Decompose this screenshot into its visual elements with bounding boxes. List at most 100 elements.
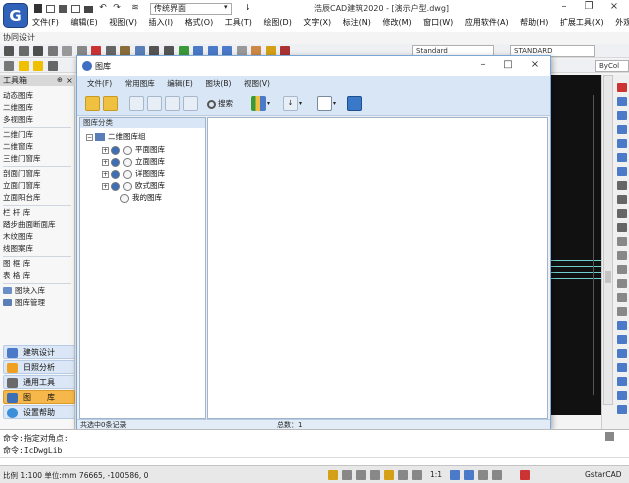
unit-indicator[interactable]: 单位:mm: [44, 471, 76, 480]
offset-icon[interactable]: [617, 125, 627, 134]
open-icon[interactable]: [18, 46, 29, 56]
new-block-icon[interactable]: [129, 96, 144, 111]
tool-step-section-library[interactable]: 踏步曲面断面库: [3, 219, 73, 230]
hatch-icon[interactable]: [617, 405, 627, 414]
customize-quick-access-icon[interactable]: ⇂: [244, 3, 251, 12]
collapse-icon[interactable]: −: [86, 133, 93, 141]
search-button[interactable]: 搜索: [207, 98, 233, 110]
tool-block-import[interactable]: 图块入库: [3, 285, 73, 296]
drawing-canvas[interactable]: [551, 75, 601, 415]
command-scroll-up-icon[interactable]: [605, 432, 614, 441]
align-icon[interactable]: [617, 335, 627, 344]
tree-node-my-library[interactable]: 我的图库: [120, 192, 162, 203]
category-building-design[interactable]: 建筑设计: [3, 345, 75, 359]
chart-view-dropdown-icon[interactable]: ▾: [267, 100, 270, 107]
chamfer-icon[interactable]: [617, 265, 627, 274]
expand-icon[interactable]: +: [102, 158, 109, 166]
tool-3d-doors-windows[interactable]: 三维门窗库: [3, 153, 73, 164]
osnap-icon[interactable]: [384, 470, 394, 480]
close-button[interactable]: ×: [608, 1, 620, 13]
category-settings-help[interactable]: 设置帮助: [3, 405, 75, 419]
dialog-menu-edit[interactable]: 编辑(E): [167, 76, 193, 92]
copy-object-icon[interactable]: [617, 97, 627, 106]
tree-root-node[interactable]: − 二维图库组: [86, 131, 146, 142]
save-icon-2[interactable]: [33, 46, 44, 56]
extend-icon[interactable]: [617, 223, 627, 232]
menu-appearance[interactable]: 外观: [615, 17, 629, 29]
dialog-minimize-button[interactable]: –: [477, 59, 489, 71]
tool-section-doors-windows[interactable]: 剖面门窗库: [3, 168, 73, 179]
menu-apps[interactable]: 应用软件(A): [465, 17, 509, 29]
stretch-icon[interactable]: [617, 195, 627, 204]
grid-view-icon[interactable]: [317, 96, 332, 111]
tool-2d-library[interactable]: 二维图库: [3, 102, 73, 113]
print-icon[interactable]: [84, 6, 93, 13]
dialog-menu-file[interactable]: 文件(F): [87, 76, 112, 92]
menu-draw[interactable]: 绘图(D): [263, 17, 291, 29]
otrack-icon[interactable]: [398, 470, 408, 480]
tool-2d-doors[interactable]: 二维门库: [3, 129, 73, 140]
category-library[interactable]: 图 库: [3, 390, 75, 404]
open-folder-icon[interactable]: [85, 96, 100, 111]
chart-view-icon[interactable]: [251, 96, 266, 111]
expand-icon[interactable]: +: [102, 170, 109, 178]
dialog-close-button[interactable]: ×: [529, 59, 541, 71]
expand-icon[interactable]: +: [102, 146, 109, 154]
fillet-icon[interactable]: [617, 279, 627, 288]
tool-dynamic-library[interactable]: 动态图库: [3, 90, 73, 101]
workspace-select[interactable]: 传统界面: [150, 3, 232, 15]
menu-file[interactable]: 文件(F): [32, 17, 59, 29]
minimize-button[interactable]: –: [558, 1, 570, 13]
grid-icon[interactable]: [342, 470, 352, 480]
menu-extensions[interactable]: 扩展工具(X): [560, 17, 604, 29]
delete-block-icon[interactable]: [183, 96, 198, 111]
vertical-scrollbar[interactable]: [603, 75, 613, 405]
mirror-icon[interactable]: [617, 111, 627, 120]
new-file-icon[interactable]: [34, 4, 42, 13]
color-combo[interactable]: ByCol: [595, 60, 629, 72]
copy-block-icon[interactable]: [147, 96, 162, 111]
collab-design-label[interactable]: 协同设计: [3, 32, 35, 43]
tool-multiview-library[interactable]: 多视图库: [3, 114, 73, 125]
lineweight-icon[interactable]: [412, 470, 422, 480]
sort-dropdown-icon[interactable]: ▾: [299, 100, 302, 107]
category-general-tools[interactable]: 通用工具: [3, 375, 75, 389]
menu-dimension[interactable]: 标注(N): [343, 17, 371, 29]
scale-icon[interactable]: [617, 181, 627, 190]
expand-icon[interactable]: +: [102, 182, 109, 190]
tree-node-elevation[interactable]: + 立面图库: [102, 156, 165, 167]
measure-icon[interactable]: [617, 363, 627, 372]
edit-block-icon[interactable]: [165, 96, 180, 111]
tool-table-library[interactable]: 表 格 库: [3, 270, 73, 281]
join-icon[interactable]: [617, 251, 627, 260]
snap-icon[interactable]: [328, 470, 338, 480]
dialog-menu-view[interactable]: 视图(V): [244, 76, 270, 92]
erase-icon[interactable]: [617, 83, 627, 92]
layer-lock-icon[interactable]: [47, 61, 58, 71]
category-sunlight-analysis[interactable]: 日照分析: [3, 360, 75, 374]
scrollbar-thumb[interactable]: [605, 271, 611, 283]
menu-text[interactable]: 文字(X): [303, 17, 331, 29]
tool-wood-grain-library[interactable]: 木纹图库: [3, 231, 73, 242]
grid-view-dropdown-icon[interactable]: ▾: [333, 100, 336, 107]
layer-freeze-icon[interactable]: [33, 61, 44, 71]
menu-help[interactable]: 帮助(H): [520, 17, 548, 29]
region-icon[interactable]: [617, 377, 627, 386]
tool-library-manager[interactable]: 图库管理: [3, 297, 73, 308]
open-file-icon[interactable]: [46, 5, 55, 13]
polar-icon[interactable]: [370, 470, 380, 480]
tree-node-plan[interactable]: + 平面图库: [102, 144, 165, 155]
tool-elevation-balcony[interactable]: 立面阳台库: [3, 192, 73, 203]
tool-2d-windows[interactable]: 二维窗库: [3, 141, 73, 152]
boundary-icon[interactable]: [617, 391, 627, 400]
workspace-dropdown-icon[interactable]: ▾: [224, 3, 228, 11]
dialog-menu-block[interactable]: 图块(B): [205, 76, 231, 92]
trim-icon[interactable]: [617, 209, 627, 218]
annotation-visibility-icon[interactable]: [450, 470, 460, 480]
tree-node-european[interactable]: + 欧式图库: [102, 180, 165, 191]
pedit-icon[interactable]: [617, 307, 627, 316]
preview-icon[interactable]: [62, 46, 73, 56]
move-icon[interactable]: [617, 153, 627, 162]
tool-railing-library[interactable]: 栏 杆 库: [3, 207, 73, 218]
explode-icon[interactable]: [617, 293, 627, 302]
